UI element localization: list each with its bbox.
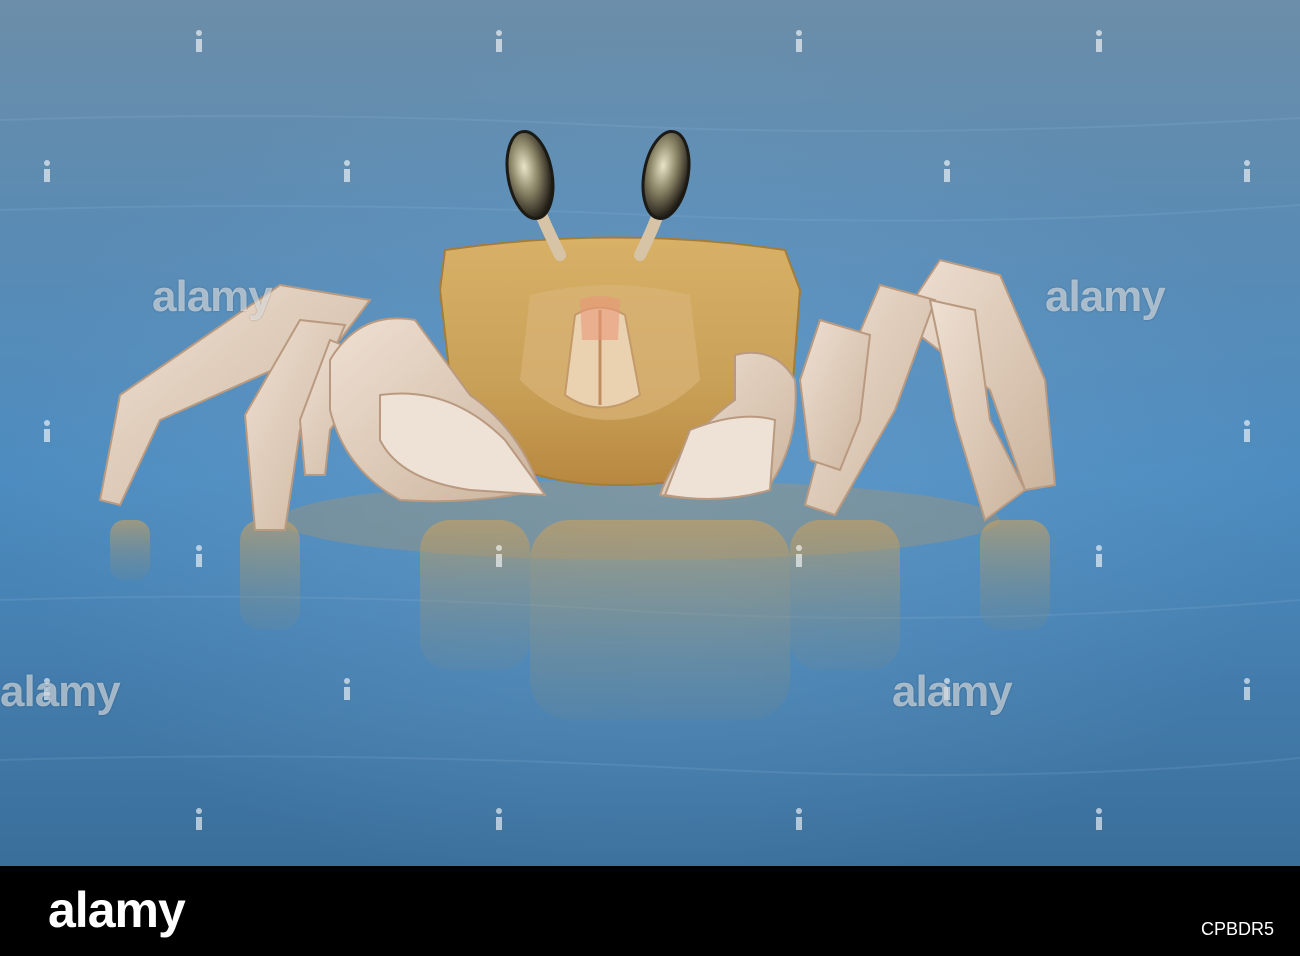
image-id: CPBDR5 (1200, 919, 1274, 939)
watermark-dot-icon (794, 30, 804, 52)
watermark-dot-icon (194, 545, 204, 567)
watermark-dot-icon (194, 30, 204, 52)
watermark-dot-icon (494, 808, 504, 830)
watermark-dot-icon (1094, 545, 1104, 567)
watermark-dot-icon (494, 30, 504, 52)
watermark-dot-icon (342, 678, 352, 700)
watermark-dot-icon (1242, 160, 1252, 182)
watermark-dot-icon (1094, 808, 1104, 830)
watermark-dot-icon (1242, 678, 1252, 700)
watermark-dot-icon (494, 545, 504, 567)
watermark-dot-icon (794, 545, 804, 567)
watermark-dot-icon (794, 808, 804, 830)
crab-photo (0, 0, 1300, 866)
watermark-text: alamy (152, 272, 273, 321)
watermark-dot-icon (1242, 420, 1252, 442)
watermark-dot-icon (942, 160, 952, 182)
watermark-dot-icon (42, 160, 52, 182)
alamy-logo: alamy (48, 882, 186, 938)
watermark-dot-icon (1094, 30, 1104, 52)
footer-bar: alamy CPBDR5 (0, 866, 1300, 956)
watermark-dot-icon (194, 808, 204, 830)
watermark-dot-icon (42, 420, 52, 442)
watermark-dot-icon (342, 160, 352, 182)
watermark-text: alamy (892, 667, 1013, 716)
watermark-text: alamy (0, 667, 121, 716)
watermark-text: alamy (1045, 272, 1166, 321)
